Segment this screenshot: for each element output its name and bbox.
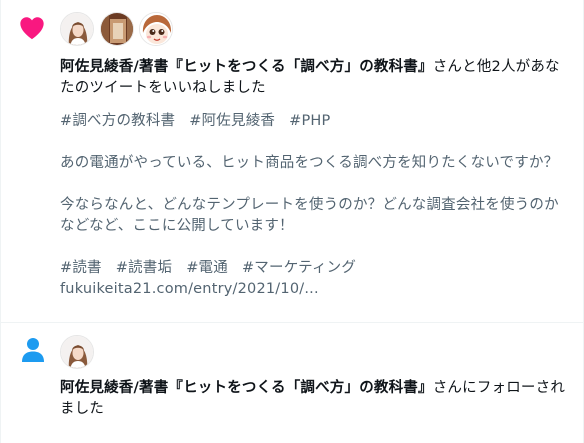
- liked-tweet[interactable]: #調べ方の教科書 #阿佐見綾香 #PHP あの電通がやっている、ヒット商品をつくる調…: [60, 111, 560, 300]
- like-notification[interactable]: 阿佐見綾香/著書『ヒットをつくる「調べ方」の教科書』さんと他2人があなたのツイー…: [0, 0, 584, 322]
- heart-icon: [20, 17, 44, 40]
- notifications-timeline: 阿佐見綾香/著書『ヒットをつくる「調べ方」の教科書』さんと他2人があなたのツイー…: [0, 0, 584, 443]
- hashtag[interactable]: #電通: [186, 260, 228, 276]
- hashtag[interactable]: #マーケティング: [242, 260, 356, 276]
- avatar[interactable]: [100, 12, 134, 46]
- hashtag[interactable]: #読書垢: [116, 260, 172, 276]
- person-icon: [22, 338, 44, 362]
- avatar[interactable]: [60, 335, 94, 369]
- actor-name[interactable]: 阿佐見綾香/著書『ヒットをつくる「調べ方」の教科書』: [60, 380, 433, 396]
- avatar[interactable]: [60, 12, 94, 46]
- actor-name[interactable]: 阿佐見綾香/著書『ヒットをつくる「調べ方」の教科書』: [60, 59, 433, 75]
- tweet-link[interactable]: fukuikeita21.com/entry/2021/10/...: [60, 279, 560, 300]
- like-notification-text: 阿佐見綾香/著書『ヒットをつくる「調べ方」の教科書』さんと他2人があなたのツイー…: [60, 57, 566, 99]
- hashtag[interactable]: #PHP: [289, 113, 330, 129]
- tweet-hashtags-bottom: #読書 #読書垢 #電通 #マーケティング: [60, 258, 560, 279]
- hashtag[interactable]: #読書: [60, 260, 102, 276]
- avatar-photo-icon: [101, 13, 133, 45]
- avatar-portrait-icon: [61, 13, 93, 45]
- tweet-paragraph: あの電通がやっている、ヒット商品をつくる調べ方を知りたくないですか？: [60, 155, 559, 171]
- follow-notification-text: 阿佐見綾香/著書『ヒットをつくる「調べ方」の教科書』さんにフォローされました: [60, 378, 566, 420]
- tweet-hashtags-top: #調べ方の教科書 #阿佐見綾香 #PHP: [60, 111, 560, 132]
- hashtag[interactable]: #調べ方の教科書: [60, 113, 175, 129]
- avatar[interactable]: [139, 12, 173, 46]
- tweet-paragraph: 今ならなんと、どんなテンプレートを使うのか？どんな調査会社を使うのかなどなど、こ…: [60, 197, 559, 234]
- avatar-cartoon-icon: [140, 13, 172, 45]
- hashtag[interactable]: #阿佐見綾香: [189, 113, 275, 129]
